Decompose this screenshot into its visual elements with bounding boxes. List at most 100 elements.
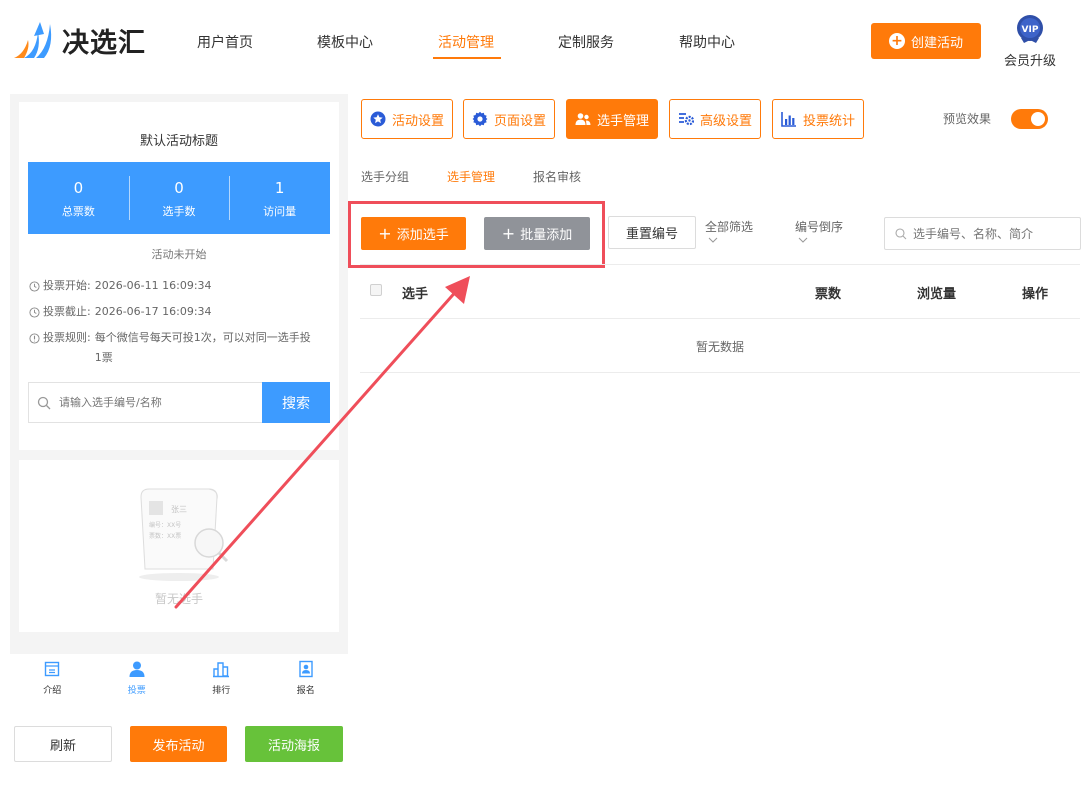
tool-contestant-management[interactable]: 选手管理 xyxy=(566,99,658,139)
user-icon xyxy=(129,661,145,677)
preview-tabbar: 介绍 投票 排行 报名 xyxy=(10,654,348,700)
contestant-list-card: 张三 编号：XX号 票数：XX票 暂无选手 xyxy=(19,460,339,632)
tool-label: 投票统计 xyxy=(802,113,855,129)
vote-rule-line: 投票规则: 每个微信号每天可投1次，可以对同一选手投1票 xyxy=(29,328,329,368)
subtab-contestant-groups[interactable]: 选手分组 xyxy=(361,168,409,185)
nav-active-underline xyxy=(433,57,501,59)
column-contestant: 选手 xyxy=(402,287,429,302)
tool-label: 选手管理 xyxy=(596,113,649,129)
table-divider xyxy=(360,264,1080,265)
preview-search-box xyxy=(28,382,262,423)
settings-icon xyxy=(678,113,694,126)
stat-value: 1 xyxy=(274,179,285,197)
vote-end-value: 2026-06-17 16:09:34 xyxy=(94,305,212,318)
bar-chart-icon xyxy=(781,112,796,127)
create-activity-label: 创建活动 xyxy=(910,35,963,51)
contestant-search-input[interactable] xyxy=(913,226,1073,241)
tab-vote[interactable]: 投票 xyxy=(95,654,180,700)
publish-activity-button[interactable]: 发布活动 xyxy=(130,726,227,762)
vote-rule-value: 每个微信号每天可投1次，可以对同一选手投1票 xyxy=(94,331,311,364)
contestant-search-box xyxy=(884,217,1081,250)
sort-number-desc-dropdown[interactable]: 编号倒序 xyxy=(795,218,843,244)
preview-effect-toggle[interactable] xyxy=(1011,109,1048,129)
create-activity-button[interactable]: + 创建活动 xyxy=(871,23,981,59)
clock-icon xyxy=(29,281,40,292)
tab-intro[interactable]: 介绍 xyxy=(10,654,95,700)
brand-name: 决选汇 xyxy=(62,27,146,59)
preview-effect-label: 预览效果 xyxy=(943,112,992,126)
activity-title: 默认活动标题 xyxy=(139,134,218,149)
stat-contestants: 0 选手数 xyxy=(128,162,230,234)
column-votes: 票数 xyxy=(815,287,842,302)
preview-search-input[interactable] xyxy=(59,396,249,409)
activity-poster-button[interactable]: 活动海报 xyxy=(245,726,343,762)
stat-label: 选手数 xyxy=(162,205,196,218)
vote-start-label: 投票开始: xyxy=(43,279,91,292)
activity-info-card: 默认活动标题 0 总票数 0 选手数 1 访问量 活动未开始 投票开始: 202… xyxy=(19,102,339,450)
empty-contestant-text: 暂无选手 xyxy=(154,592,203,606)
nav-help-center[interactable]: 帮助中心 xyxy=(679,32,735,52)
vote-rule-label: 投票规则: xyxy=(43,331,91,344)
annotation-highlight-box xyxy=(348,201,605,268)
gear-icon xyxy=(472,111,488,127)
tool-activity-settings[interactable]: 活动设置 xyxy=(361,99,453,139)
tool-label: 页面设置 xyxy=(493,113,546,129)
reset-number-button[interactable]: 重置编号 xyxy=(608,216,696,249)
tool-advanced-settings[interactable]: 高级设置 xyxy=(669,99,761,139)
vip-upgrade-label: 会员升级 xyxy=(1003,54,1056,69)
tab-ranking[interactable]: 排行 xyxy=(179,654,264,700)
tab-label: 排行 xyxy=(212,686,231,696)
filter-all-label: 全部筛选 xyxy=(705,220,754,234)
select-all-checkbox[interactable] xyxy=(370,284,382,296)
activity-status: 活动未开始 xyxy=(151,248,207,261)
tool-vote-statistics[interactable]: 投票统计 xyxy=(772,99,864,139)
tab-label: 报名 xyxy=(296,686,315,696)
nav-template-center[interactable]: 模板中心 xyxy=(317,32,373,52)
chevron-down-icon xyxy=(708,237,718,243)
nav-activity-management[interactable]: 活动管理 xyxy=(438,32,494,52)
info-icon xyxy=(29,333,40,344)
star-icon xyxy=(370,111,386,127)
preview-search-button[interactable]: 搜索 xyxy=(262,382,330,423)
tool-page-settings[interactable]: 页面设置 xyxy=(463,99,555,139)
tab-signup[interactable]: 报名 xyxy=(264,654,349,700)
stat-value: 0 xyxy=(73,179,84,197)
search-icon xyxy=(895,227,907,239)
chevron-down-icon xyxy=(798,237,808,243)
vote-start-line: 投票开始: 2026-06-11 16:09:34 xyxy=(29,276,212,296)
ranking-icon xyxy=(213,662,230,678)
search-icon xyxy=(37,396,51,409)
table-header-divider xyxy=(360,318,1080,319)
table-empty-text: 暂无数据 xyxy=(695,340,744,354)
brand-logo[interactable]: 决选汇 xyxy=(10,18,146,62)
vip-badge-icon: VIP xyxy=(1017,15,1043,43)
subtab-signup-review[interactable]: 报名审核 xyxy=(533,168,581,185)
vote-end-label: 投票截止: xyxy=(43,305,91,318)
brand-mark-icon xyxy=(14,22,52,58)
column-actions: 操作 xyxy=(1022,287,1049,302)
table-bottom-divider xyxy=(360,372,1080,373)
subtab-contestant-management[interactable]: 选手管理 xyxy=(447,168,495,185)
tool-label: 高级设置 xyxy=(699,113,752,129)
vote-end-line: 投票截止: 2026-06-17 16:09:34 xyxy=(29,302,212,322)
empty-card-votes: 票数：XX票 xyxy=(149,532,181,540)
stat-label: 访问量 xyxy=(263,205,297,218)
stat-total-votes: 0 总票数 xyxy=(28,162,129,234)
clock-icon xyxy=(29,307,40,318)
signup-icon xyxy=(299,660,313,678)
plus-circle-icon: + xyxy=(888,33,905,49)
refresh-button[interactable]: 刷新 xyxy=(14,726,112,762)
intro-icon xyxy=(45,661,60,677)
filter-all-dropdown[interactable]: 全部筛选 xyxy=(705,218,753,244)
nav-custom-service[interactable]: 定制服务 xyxy=(558,32,614,52)
tab-label: 介绍 xyxy=(43,686,62,696)
stat-label: 总票数 xyxy=(61,205,95,218)
tab-label: 投票 xyxy=(127,686,146,696)
top-header: 决选汇 用户首页 模板中心 活动管理 定制服务 帮助中心 + 创建活动 VIP … xyxy=(0,0,1090,82)
empty-card-name: 张三 xyxy=(171,505,187,514)
column-views: 浏览量 xyxy=(917,287,957,302)
nav-user-home[interactable]: 用户首页 xyxy=(197,32,253,52)
stats-bar: 0 总票数 0 选手数 1 访问量 xyxy=(28,162,330,234)
empty-contestant-illustration-icon: 张三 编号：XX号 票数：XX票 xyxy=(139,488,229,581)
vip-upgrade[interactable]: VIP 会员升级 xyxy=(1002,14,1058,69)
